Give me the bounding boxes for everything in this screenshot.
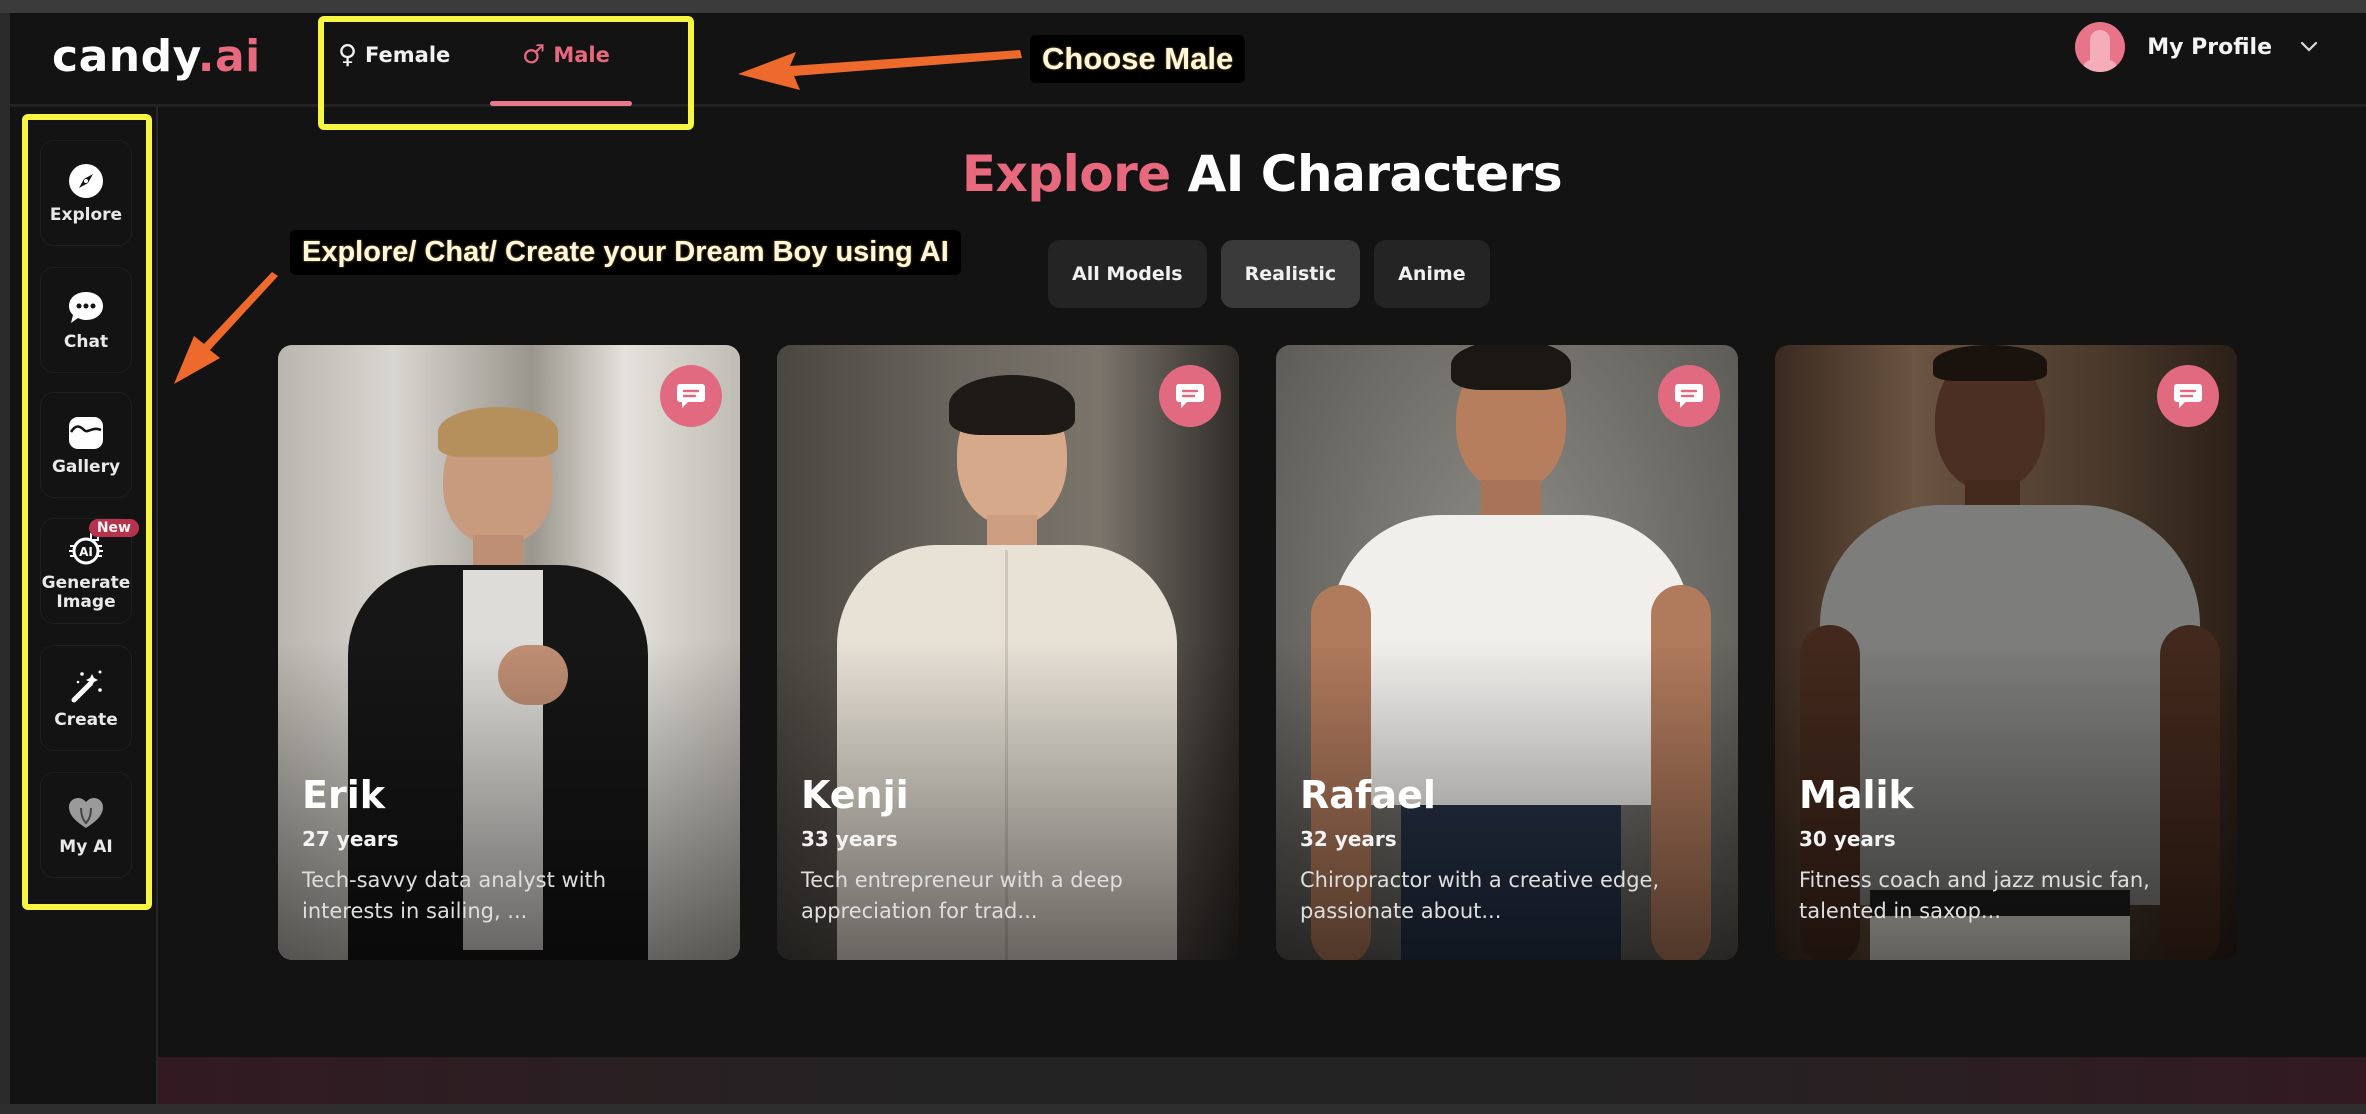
character-name: Erik — [302, 773, 385, 817]
chat-button[interactable] — [2157, 365, 2219, 427]
filter-anime[interactable]: Anime — [1374, 240, 1490, 308]
annotation-sidebar-hint: Explore/ Chat/ Create your Dream Boy usi… — [290, 230, 961, 275]
chat-button[interactable] — [660, 365, 722, 427]
character-description: Tech-savvy data analyst with interests i… — [302, 868, 607, 923]
chevron-down-icon[interactable] — [2300, 37, 2318, 58]
character-grid: Erik 27 years Tech-savvy data analyst wi… — [278, 345, 2237, 960]
character-name: Kenji — [801, 773, 909, 817]
character-name: Rafael — [1300, 773, 1436, 817]
logo-accent: .ai — [197, 31, 261, 82]
filter-realistic[interactable]: Realistic — [1220, 240, 1361, 308]
annotation-box-sidebar — [22, 114, 152, 910]
chat-button[interactable] — [1658, 365, 1720, 427]
profile-menu[interactable]: My Profile — [2075, 22, 2318, 72]
annotation-arrow-right-icon — [738, 50, 1022, 90]
annotation-box-gender — [318, 16, 694, 130]
character-card-malik[interactable]: Malik 30 years Fitness coach and jazz mu… — [1775, 345, 2237, 960]
chat-button[interactable] — [1159, 365, 1221, 427]
character-card-rafael[interactable]: Rafael 32 years Chiropractor with a crea… — [1276, 345, 1738, 960]
character-card-erik[interactable]: Erik 27 years Tech-savvy data analyst wi… — [278, 345, 740, 960]
message-icon — [1675, 384, 1703, 408]
character-age: 33 years — [801, 827, 898, 851]
page-title-rest: AI Characters — [1170, 145, 1563, 203]
annotation-arrow-left-icon — [174, 272, 278, 384]
window-top-band — [0, 0, 2366, 13]
profile-label: My Profile — [2147, 34, 2272, 60]
message-icon — [2174, 384, 2202, 408]
page-title-accent: Explore — [961, 145, 1171, 203]
avatar[interactable] — [2075, 22, 2126, 72]
character-name: Malik — [1799, 773, 1914, 817]
character-age: 30 years — [1799, 827, 1896, 851]
message-icon — [677, 384, 705, 408]
character-age: 32 years — [1300, 827, 1397, 851]
window-left-band — [0, 13, 10, 1114]
character-age: 27 years — [302, 827, 399, 851]
logo[interactable]: candy.ai — [52, 31, 261, 82]
logo-main: candy — [52, 31, 198, 82]
character-description: Tech entrepreneur with a deep appreciati… — [801, 868, 1123, 923]
filter-all-models[interactable]: All Models — [1048, 240, 1207, 308]
message-icon — [1176, 384, 1204, 408]
character-card-kenji[interactable]: Kenji 33 years Tech entrepreneur with a … — [777, 345, 1239, 960]
page-title: Explore AI Characters — [158, 145, 2366, 203]
footer-banner — [158, 1057, 2366, 1104]
character-description: Chiropractor with a creative edge, passi… — [1300, 868, 1660, 923]
window-bottom-band — [0, 1104, 2366, 1114]
character-description: Fitness coach and jazz music fan, talent… — [1799, 868, 2150, 923]
model-filter-tabs: All Models Realistic Anime — [1048, 240, 1490, 308]
annotation-choose-male: Choose Male — [1030, 35, 1246, 83]
